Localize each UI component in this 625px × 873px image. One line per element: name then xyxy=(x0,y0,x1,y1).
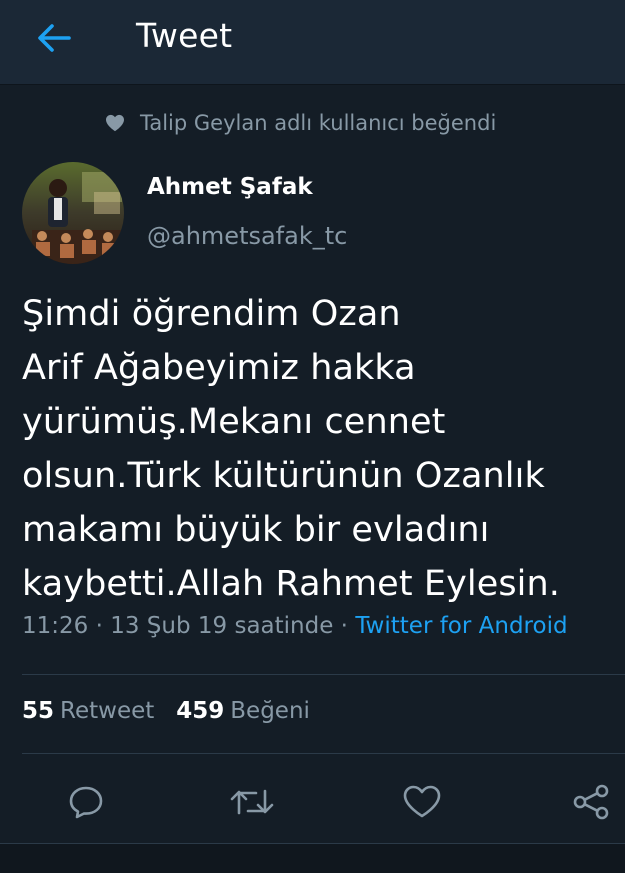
retweet-button[interactable] xyxy=(230,774,274,830)
arrow-left-icon xyxy=(38,24,71,52)
retweet-count[interactable]: 55 Retweet xyxy=(22,698,154,724)
like-count[interactable]: 459 Beğeni xyxy=(176,698,310,724)
share-button[interactable] xyxy=(569,774,613,830)
share-icon xyxy=(573,784,609,820)
tweet-detail-screen: Tweet Talip Geylan adlı kullanıcı beğend… xyxy=(0,0,625,873)
back-button[interactable] xyxy=(30,14,78,62)
tweet-stats: 55 Retweet 459 Beğeni xyxy=(22,698,310,724)
author-handle[interactable]: @ahmetsafak_tc xyxy=(147,222,347,250)
next-section-edge xyxy=(0,844,625,873)
tweet-text: Şimdi öğrendim Ozan Arif Ağabeyimiz hakk… xyxy=(22,294,561,604)
divider xyxy=(22,753,625,754)
divider xyxy=(22,674,625,675)
author-name[interactable]: Ahmet Şafak xyxy=(147,174,313,200)
reply-button[interactable] xyxy=(64,774,108,830)
like-button[interactable] xyxy=(400,774,444,830)
action-bar xyxy=(0,774,625,830)
tweet-timestamp: 11:26 · 13 Şub 19 saatinde · xyxy=(22,613,356,639)
tweet-source-link[interactable]: Twitter for Android xyxy=(355,613,567,639)
social-context-text: Talip Geylan adlı kullanıcı beğendi xyxy=(140,111,497,135)
retweet-icon xyxy=(230,789,274,815)
reply-icon xyxy=(69,786,103,819)
page-title: Tweet xyxy=(136,16,233,55)
heart-icon xyxy=(104,112,126,134)
avatar[interactable] xyxy=(22,162,124,264)
heart-icon xyxy=(403,785,441,818)
top-app-bar: Tweet xyxy=(0,0,625,85)
social-context: Talip Geylan adlı kullanıcı beğendi xyxy=(104,111,496,135)
tweet-meta: 11:26 · 13 Şub 19 saatinde · Twitter for… xyxy=(22,613,568,639)
